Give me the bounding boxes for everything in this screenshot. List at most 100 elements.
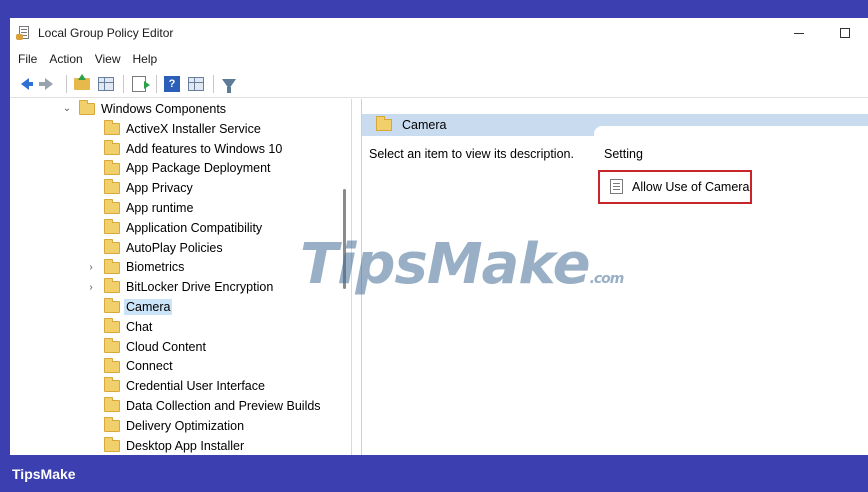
footer-brand: TipsMake xyxy=(12,466,76,482)
folder-icon xyxy=(104,337,120,353)
setting-allow-camera[interactable]: Allow Use of Camera xyxy=(632,180,749,194)
back-button[interactable] xyxy=(14,73,36,95)
maximize-button[interactable] xyxy=(822,18,868,48)
app-window: Local Group Policy Editor File Action Vi… xyxy=(10,18,868,455)
menu-action[interactable]: Action xyxy=(43,52,88,66)
toolbar-separator xyxy=(156,74,157,93)
tree-item[interactable]: Desktop App Installer xyxy=(10,436,351,455)
export-list-icon xyxy=(132,75,150,92)
tree-item[interactable]: Add features to Windows 10 xyxy=(10,139,351,159)
folder-icon xyxy=(104,199,120,215)
tree-item[interactable]: App Package Deployment xyxy=(10,159,351,179)
folder-icon xyxy=(104,278,120,294)
folder-icon xyxy=(104,238,120,254)
folder-icon xyxy=(104,318,120,333)
chevron-down-icon[interactable]: ⌄ xyxy=(62,103,72,114)
details-tab-shape xyxy=(594,126,868,142)
tree-item-label: App Package Deployment xyxy=(126,161,271,176)
tree-item[interactable]: Connect xyxy=(10,357,351,377)
tree-item[interactable]: Credential User Interface xyxy=(10,376,351,396)
help-button[interactable]: ? xyxy=(161,73,183,95)
tree-item[interactable]: ActiveX Installer Service xyxy=(10,119,351,139)
maximize-icon xyxy=(840,28,850,38)
folder-open-icon xyxy=(79,100,95,115)
tree-item-label: Application Compatibility xyxy=(126,220,263,235)
help-icon: ? xyxy=(164,75,180,92)
chevron-right-icon[interactable]: › xyxy=(86,282,96,293)
watermark: TipsMake.com xyxy=(300,232,625,297)
tree-item[interactable]: Camera xyxy=(10,297,351,317)
folder-icon xyxy=(376,116,392,131)
back-icon xyxy=(21,77,33,90)
toolbar-separator xyxy=(213,74,214,93)
watermark-suffix: .com xyxy=(589,271,625,287)
folder-icon xyxy=(104,436,120,452)
up-folder-icon xyxy=(74,73,90,90)
description-text: Select an item to view its description. xyxy=(369,147,574,161)
properties-icon xyxy=(188,76,204,91)
tree-item-label: Windows Components xyxy=(101,101,227,116)
tree-item-windows-components[interactable]: ⌄ Windows Components xyxy=(10,99,351,119)
minimize-icon xyxy=(794,32,804,34)
folder-icon xyxy=(104,417,120,432)
folder-icon xyxy=(104,219,120,234)
menu-view[interactable]: View xyxy=(89,52,127,66)
show-hide-tree-icon xyxy=(98,76,114,91)
window-title: Local Group Policy Editor xyxy=(38,26,174,40)
folder-icon xyxy=(104,139,120,155)
export-list-button[interactable] xyxy=(128,73,150,95)
title-bar: Local Group Policy Editor xyxy=(10,18,868,48)
footer-bar: TipsMake xyxy=(0,455,868,492)
tree-item-label: App Privacy xyxy=(126,181,193,196)
column-header-setting[interactable]: Setting xyxy=(604,147,643,161)
tree-item[interactable]: App Privacy xyxy=(10,178,351,198)
tree-item-label: Biometrics xyxy=(126,260,185,275)
folder-icon xyxy=(104,258,120,274)
tree-item-label: Delivery Optimization xyxy=(126,418,245,433)
watermark-text: TipsMake xyxy=(300,232,591,297)
folder-icon xyxy=(104,120,120,135)
filter-icon xyxy=(222,78,236,93)
chevron-right-icon[interactable]: › xyxy=(86,262,96,273)
tree-item-label: ActiveX Installer Service xyxy=(126,121,261,136)
toolbar: ? xyxy=(10,70,868,98)
menu-help[interactable]: Help xyxy=(127,52,164,66)
folder-icon xyxy=(104,159,120,175)
forward-button[interactable] xyxy=(38,73,60,95)
policy-tree: ⌄ Windows Components xyxy=(10,99,351,119)
menu-bar: File Action View Help xyxy=(10,48,868,70)
screenshot-frame: Local Group Policy Editor File Action Vi… xyxy=(0,0,868,492)
forward-icon xyxy=(39,77,53,90)
toolbar-separator xyxy=(123,74,124,93)
tree-item[interactable]: Cloud Content xyxy=(10,337,351,357)
tree-item-label: Desktop App Installer xyxy=(126,438,245,453)
show-hide-tree-button[interactable] xyxy=(95,73,117,95)
window-controls xyxy=(776,18,868,48)
tree-item-label: AutoPlay Policies xyxy=(126,240,223,255)
tree-item-label: Connect xyxy=(126,359,173,374)
properties-button[interactable] xyxy=(185,73,207,95)
menu-file[interactable]: File xyxy=(12,52,43,66)
group-policy-app-icon xyxy=(16,25,32,41)
tree-item[interactable]: Data Collection and Preview Builds xyxy=(10,396,351,416)
folder-icon xyxy=(104,397,120,413)
tree-item[interactable]: Delivery Optimization xyxy=(10,416,351,436)
tree-item-label: Add features to Windows 10 xyxy=(126,141,283,156)
tree-item-label: Camera xyxy=(124,299,173,316)
tree-item-label: App runtime xyxy=(126,201,194,216)
policy-setting-icon xyxy=(610,179,623,194)
tree-item-label: Data Collection and Preview Builds xyxy=(126,399,321,414)
folder-icon xyxy=(104,357,120,373)
minimize-button[interactable] xyxy=(776,18,822,48)
folder-icon xyxy=(104,179,120,195)
up-folder-button[interactable] xyxy=(71,73,93,95)
folder-icon xyxy=(104,377,120,393)
tree-item[interactable]: App runtime xyxy=(10,198,351,218)
folder-icon xyxy=(104,298,120,314)
tree-item-label: BitLocker Drive Encryption xyxy=(126,280,274,295)
tree-item-label: Credential User Interface xyxy=(126,379,265,394)
tree-item[interactable]: Chat xyxy=(10,317,351,337)
toolbar-separator xyxy=(66,74,67,93)
filter-button[interactable] xyxy=(218,73,240,95)
tree-item-label: Cloud Content xyxy=(126,339,206,354)
